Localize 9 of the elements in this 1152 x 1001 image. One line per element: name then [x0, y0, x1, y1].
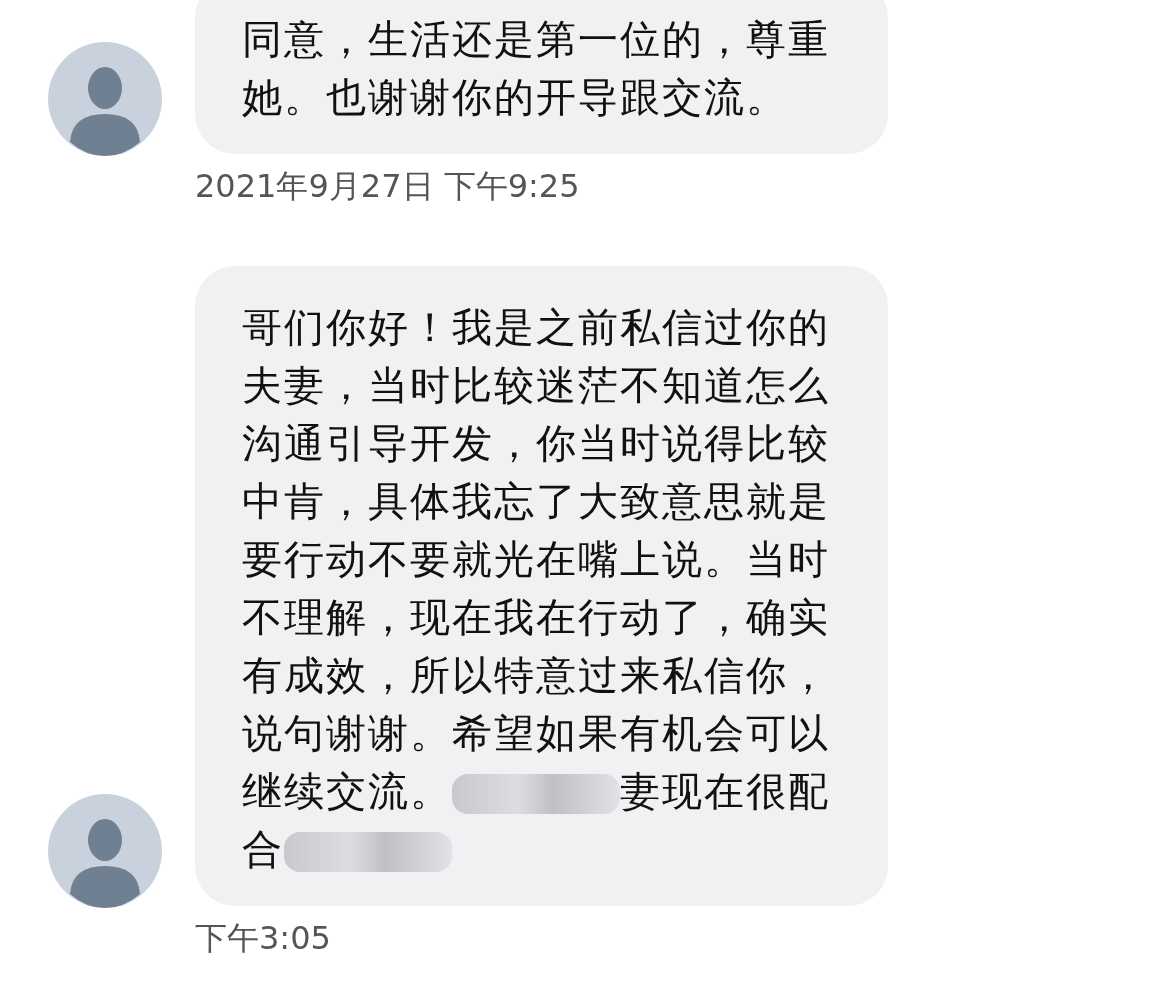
message-text: 合 [242, 825, 284, 874]
message-text: 哥们你好！我是之前私信过你的夫妻，当时比较迷茫不知道怎么沟通引导开发，你当时说得比较中肯，具体我忘了大致意思就是要行动不要就光在嘴上说。当时不理解，现在我在行动了，确实有成效，所以特意过来私信你，说句谢谢。希望如果有机会可以 [242, 303, 831, 758]
avatar-icon [48, 794, 162, 908]
message-time: 2021年9月27日 下午9:25 [195, 167, 580, 205]
message-text: 继续交流。 [242, 767, 452, 816]
message-text: 同意，生活还是第一位的，尊重她。也谢谢你的开导跟交流。 [242, 15, 831, 122]
message-text: 妻现在很配 [620, 767, 830, 816]
avatar-icon [48, 42, 162, 156]
message-time: 下午3:05 [195, 919, 331, 957]
